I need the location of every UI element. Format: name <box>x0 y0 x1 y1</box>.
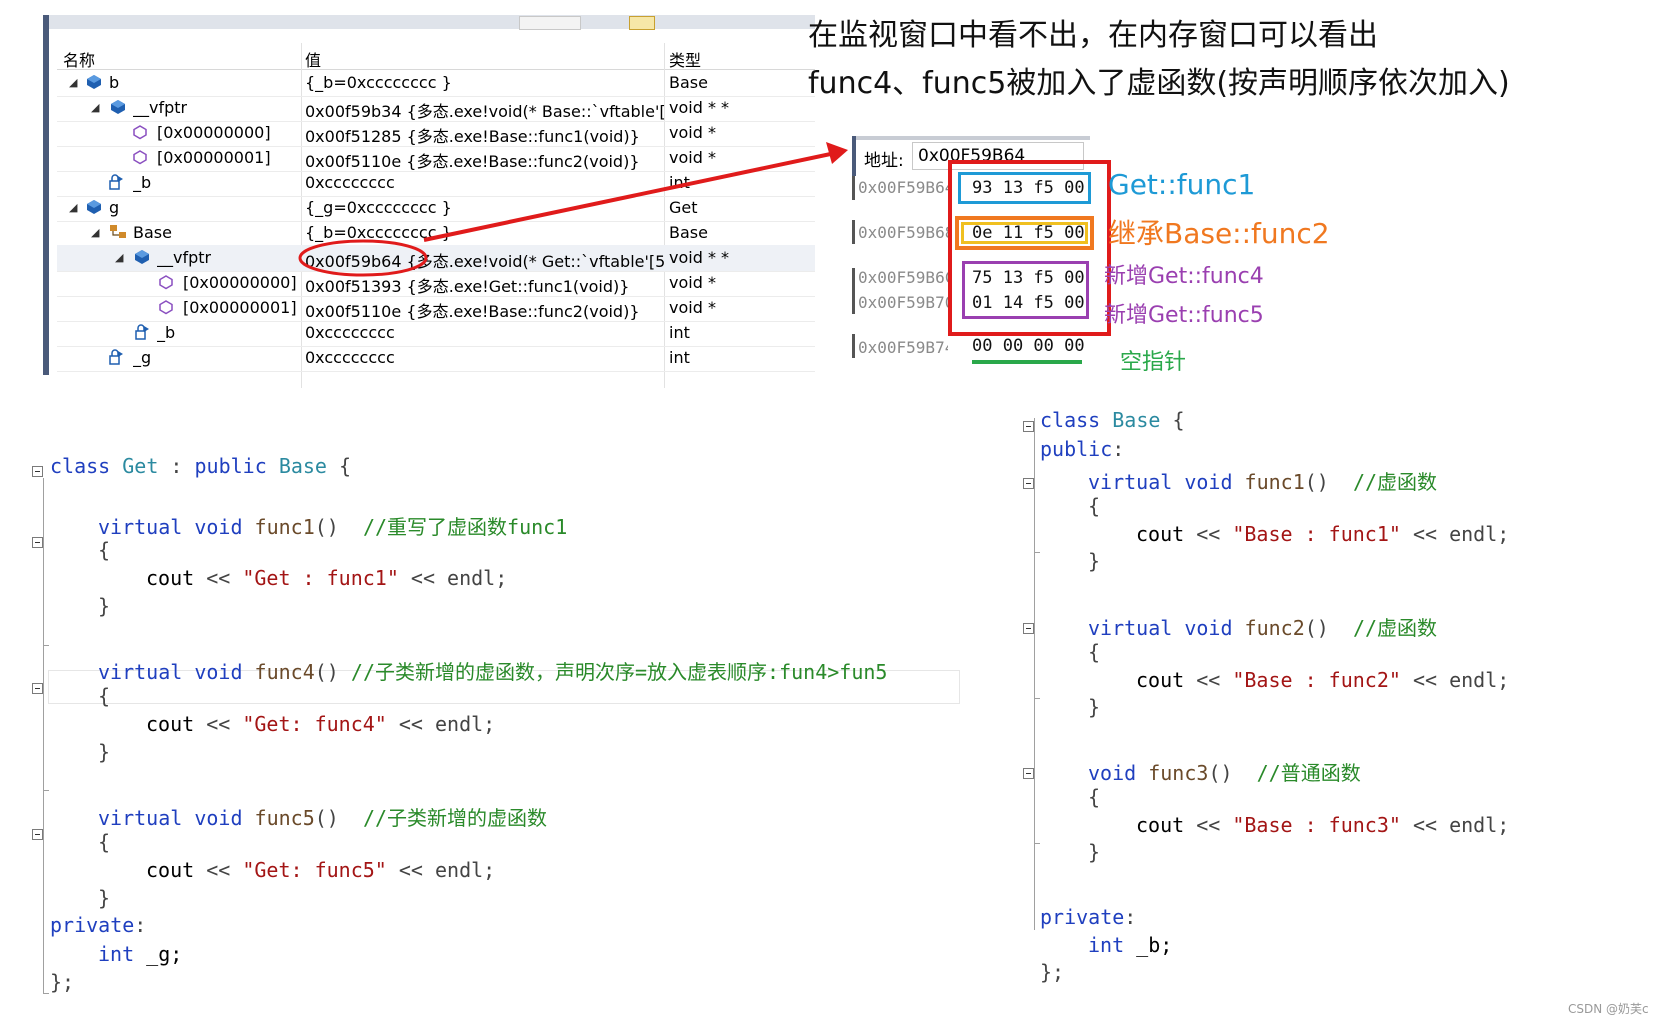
code-line: } <box>98 594 111 618</box>
address-label: 地址: <box>864 151 904 171</box>
annotation-line-2: func4、func5被加入了虚函数(按声明顺序依次加入) <box>808 66 1510 101</box>
code-line: cout << "Base : func2" << endl; <box>1136 668 1510 692</box>
memory-window-top <box>852 136 1090 140</box>
code-line: cout << "Base : func3" << endl; <box>1136 813 1510 837</box>
null-pointer-label: 空指针 <box>1120 350 1187 375</box>
code-line: cout << "Get: func5" << endl; <box>146 858 496 882</box>
outline-line <box>43 478 44 993</box>
fold-toggle-icon[interactable] <box>32 829 43 840</box>
watermark: CSDN @奶芙c <box>1568 1002 1649 1016</box>
outline-tick <box>1034 698 1040 699</box>
memory-address: 0x00F59B68 <box>858 223 948 242</box>
row-marker <box>852 176 855 200</box>
memory-bytes: 93 13 f5 00 <box>972 178 1085 198</box>
code-line: virtual void func4() //子类新增的虚函数，声明次序=放入虚… <box>98 660 888 684</box>
code-line: { <box>1088 640 1101 664</box>
code-line: } <box>1088 840 1101 864</box>
annotation-line-1: 在监视窗口中看不出，在内存窗口可以看出 <box>808 18 1378 53</box>
func1-label: Get::func1 <box>1108 168 1256 201</box>
outline-line <box>1034 418 1035 930</box>
code-panel-base: class Base { public: virtual void func1(… <box>1010 400 1570 1000</box>
fold-toggle-icon[interactable] <box>32 466 43 477</box>
code-line: }; <box>50 970 75 994</box>
arrow-head-icon <box>826 142 848 164</box>
pointer-arrow <box>423 150 841 242</box>
memory-bytes: 01 14 f5 00 <box>972 293 1085 313</box>
func4-label: 新增Get::func4 <box>1104 264 1264 289</box>
code-line: virtual void func2() //虚函数 <box>1088 616 1438 640</box>
code-line: }; <box>1040 960 1065 984</box>
memory-address: 0x00F59B64 <box>858 178 948 197</box>
code-line: virtual void func5() //子类新增的虚函数 <box>98 806 548 830</box>
code-line: class Base { <box>1040 408 1185 432</box>
code-line: } <box>1088 549 1101 573</box>
code-line: { <box>98 830 111 854</box>
code-line: cout << "Get: func4" << endl; <box>146 712 496 736</box>
memory-address: 0x00F59B70 <box>858 293 948 312</box>
memory-window-border <box>852 136 856 176</box>
null-underline <box>972 360 1082 364</box>
fold-toggle-icon[interactable] <box>1023 478 1034 489</box>
code-line: int _g; <box>98 942 183 966</box>
code-line: int _b; <box>1088 933 1173 957</box>
memory-bytes: 00 00 00 00 <box>972 336 1085 356</box>
func2-label: 继承Base::func2 <box>1108 217 1330 250</box>
memory-address: 0x00F59B74 <box>858 338 948 357</box>
code-line: { <box>98 538 111 562</box>
memory-bytes: 75 13 f5 00 <box>972 268 1085 288</box>
code-line: virtual void func1() //重写了虚函数func1 <box>98 515 568 539</box>
code-line: private: <box>50 913 147 937</box>
code-panel-get: class Get : public Base { virtual void f… <box>0 440 960 1020</box>
code-line: { <box>98 684 111 708</box>
row-marker <box>852 220 855 244</box>
outline-tick <box>1034 552 1040 553</box>
code-line: } <box>98 886 111 910</box>
code-line: } <box>1088 695 1101 719</box>
highlight-ellipse <box>298 239 428 277</box>
outline-tick <box>43 790 49 791</box>
code-line: } <box>98 740 111 764</box>
row-marker <box>852 268 855 314</box>
code-line: { <box>1088 785 1101 809</box>
fold-toggle-icon[interactable] <box>1023 421 1034 432</box>
func5-label: 新增Get::func5 <box>1104 303 1264 328</box>
fold-toggle-icon[interactable] <box>32 683 43 694</box>
fold-toggle-icon[interactable] <box>1023 623 1034 634</box>
code-line: { <box>1088 494 1101 518</box>
outline-tick <box>1034 843 1040 844</box>
fold-toggle-icon[interactable] <box>1023 768 1034 779</box>
code-line: virtual void func1() //虚函数 <box>1088 470 1438 494</box>
code-line: cout << "Get : func1" << endl; <box>146 566 508 590</box>
code-line: cout << "Base : func1" << endl; <box>1136 522 1510 546</box>
fold-toggle-icon[interactable] <box>32 537 43 548</box>
memory-bytes: 0e 11 f5 00 <box>972 223 1085 243</box>
code-line: public: <box>1040 437 1125 461</box>
memory-address: 0x00F59B6C <box>858 268 948 287</box>
outline-tick <box>43 645 49 646</box>
code-line: void func3() //普通函数 <box>1088 761 1361 785</box>
code-line: private: <box>1040 905 1137 929</box>
row-marker <box>852 334 855 358</box>
code-line: class Get : public Base { <box>50 454 352 478</box>
outline-tick <box>43 993 49 994</box>
